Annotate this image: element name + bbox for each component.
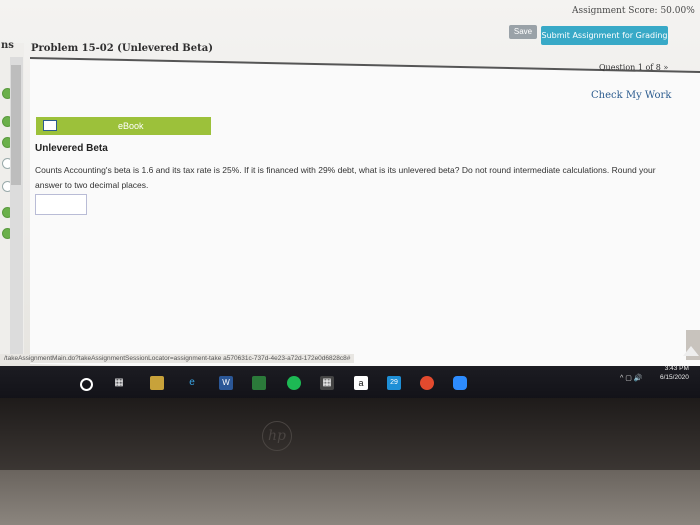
windows-taskbar	[0, 366, 700, 400]
problem-title: Problem 15-02 (Unlevered Beta)	[31, 43, 213, 54]
clock-time: 3:43 PM	[664, 365, 689, 372]
question-heading: Unlevered Beta	[35, 143, 108, 154]
system-tray-icons[interactable]: ^ ▢ 🔊	[620, 374, 643, 382]
ebook-button[interactable]: eBook	[36, 117, 211, 135]
excel-icon[interactable]	[252, 376, 266, 390]
save-button[interactable]: Save	[509, 25, 537, 39]
clock-date: 6/15/2020	[660, 374, 689, 381]
problem-panel	[30, 57, 700, 378]
calendar-badge-icon[interactable]: 29	[387, 376, 401, 390]
scroll-up-arrow-icon[interactable]	[683, 346, 699, 356]
taskbar-clock[interactable]: 3:43 PM 6/15/2020	[660, 364, 689, 382]
edge-browser-icon[interactable]: e	[185, 376, 199, 390]
scrollbar-thumb[interactable]	[11, 65, 21, 185]
task-view-icon[interactable]: ▦	[112, 376, 126, 390]
question-navigator[interactable]: Question 1 of 8 »	[599, 63, 668, 72]
amazon-icon[interactable]: a	[354, 376, 368, 390]
laptop-base	[0, 470, 700, 525]
chrome-icon[interactable]	[420, 376, 434, 390]
browser-window: Assignment Score: 50.00% Save Submit Ass…	[0, 0, 700, 378]
word-icon[interactable]: W	[219, 376, 233, 390]
hp-logo: hp	[262, 421, 292, 451]
question-text: Counts Accounting's beta is 1.6 and its …	[35, 165, 656, 190]
ebook-label: eBook	[118, 121, 144, 131]
zoom-icon[interactable]	[453, 376, 467, 390]
submit-assignment-button[interactable]: Submit Assignment for Grading	[541, 26, 668, 45]
book-icon	[43, 120, 57, 131]
sidebar-partial-label: ns	[1, 40, 14, 51]
status-bar-url: /takeAssignmentMain.do?takeAssignmentSes…	[0, 354, 355, 363]
spotify-icon[interactable]	[287, 376, 301, 390]
file-explorer-icon[interactable]	[150, 376, 164, 390]
check-my-work-link[interactable]: Check My Work	[591, 90, 671, 101]
store-icon[interactable]: ▦	[320, 376, 334, 390]
cortana-search-icon[interactable]	[80, 378, 93, 391]
answer-input[interactable]	[35, 194, 87, 215]
assignment-score: Assignment Score: 50.00%	[572, 6, 695, 16]
